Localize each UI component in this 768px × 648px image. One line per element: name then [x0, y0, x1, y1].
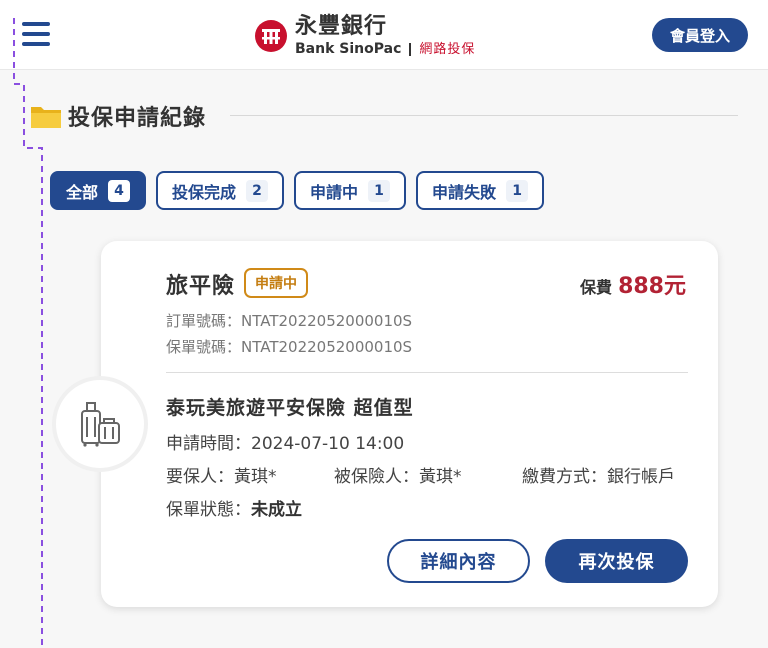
section-title: 投保申請紀錄 [30, 100, 206, 132]
apply-time-row: 申請時間：2024-07-10 14:00 [166, 429, 404, 454]
insured-label: 被保險人： [334, 467, 419, 487]
folder-icon [31, 107, 61, 128]
luggage-icon [81, 402, 120, 447]
tab-completed[interactable]: 投保完成 2 [156, 171, 285, 210]
apply-time-label: 申請時間： [166, 434, 251, 454]
proposer-label: 要保人： [166, 467, 234, 487]
product-name: 旅平險 [166, 274, 236, 299]
policy-status-label: 保單狀態： [166, 500, 251, 520]
policy-status-value: 未成立 [251, 500, 302, 520]
tab-failed[interactable]: 申請失敗 1 [416, 171, 545, 210]
section-title-text: 投保申請紀錄 [68, 106, 207, 131]
tab-count: 1 [506, 179, 529, 202]
details-button[interactable]: 詳細內容 [387, 539, 530, 583]
proposer-row: 要保人：黃琪* [166, 462, 277, 487]
card-divider [166, 372, 688, 373]
plan-name: 泰玩美旅遊平安保險 超值型 [166, 397, 414, 419]
title-divider [230, 115, 738, 116]
tab-count: 4 [108, 179, 131, 202]
tab-applying[interactable]: 申請中 1 [294, 171, 407, 210]
tab-count: 2 [246, 179, 269, 202]
proposer-value: 黃琪* [234, 467, 277, 487]
payment-value: 銀行帳戶 [607, 467, 675, 487]
policy-number: 保單號碼：NTAT2022052000010S [166, 338, 413, 356]
tab-label: 申請中 [310, 182, 359, 202]
filter-tabs: 全部 4 投保完成 2 申請中 1 申請失敗 1 [50, 171, 554, 210]
insured-value: 黃琪* [419, 467, 462, 487]
order-number: 訂單號碼：NTAT2022052000010S [166, 312, 413, 330]
payment-label: 繳費方式： [522, 467, 607, 487]
premium-value: 888元 [618, 274, 686, 299]
policy-status-row: 保單狀態：未成立 [166, 495, 302, 520]
tab-count: 1 [368, 179, 391, 202]
reapply-button[interactable]: 再次投保 [545, 539, 688, 583]
insured-row: 被保險人：黃琪* [334, 462, 462, 487]
product-icon-circle [52, 376, 148, 472]
tab-label: 全部 [66, 182, 99, 202]
premium-label: 保費 [580, 278, 613, 297]
premium: 保費 888元 [580, 268, 686, 300]
tab-label: 申請失敗 [432, 182, 497, 202]
apply-time-value: 2024-07-10 14:00 [251, 434, 405, 454]
payment-row: 繳費方式：銀行帳戶 [522, 462, 675, 487]
tab-all[interactable]: 全部 4 [50, 171, 147, 210]
status-badge: 申請中 [244, 268, 308, 298]
tab-label: 投保完成 [172, 182, 237, 202]
